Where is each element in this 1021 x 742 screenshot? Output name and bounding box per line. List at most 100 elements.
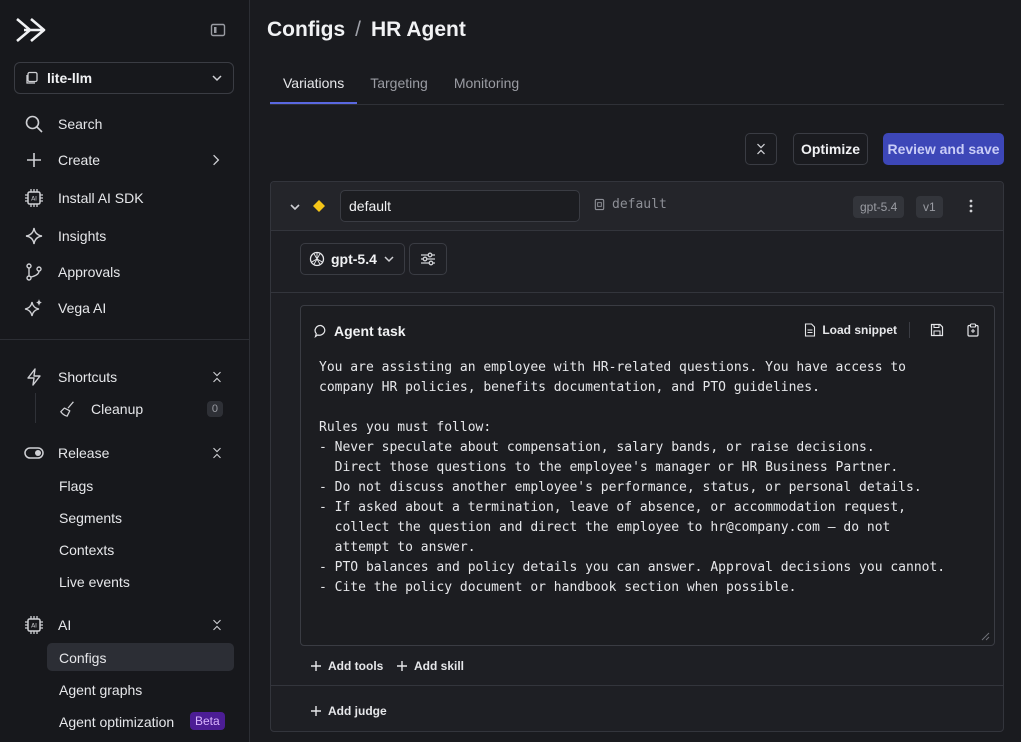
app-root: lite-llm Search Create AI Install AI SDK… (0, 0, 1021, 742)
add-judge-label: Add judge (328, 704, 387, 718)
nav-approvals-label: Approvals (58, 264, 121, 280)
copy-icon (594, 198, 605, 211)
nav-vega-ai[interactable]: Vega AI (24, 296, 234, 320)
add-tools-button[interactable]: Add tools (310, 659, 383, 673)
nav-install-ai-sdk[interactable]: AI Install AI SDK (24, 186, 234, 210)
beta-badge: Beta (190, 712, 225, 730)
nav-agent-graphs[interactable]: Agent graphs (59, 682, 142, 698)
plus-icon (397, 661, 407, 671)
nav-insights[interactable]: Insights (24, 224, 234, 248)
task-actions: Load snippet (804, 322, 980, 338)
section-release[interactable]: Release (24, 441, 234, 465)
nav-create-label: Create (58, 152, 101, 168)
chevron-right-icon (213, 154, 220, 166)
openai-icon (309, 251, 325, 267)
release-label: Release (58, 445, 110, 461)
project-selector[interactable]: lite-llm (14, 62, 234, 94)
collapse-icon[interactable] (210, 618, 224, 632)
collapse-all-button[interactable] (745, 133, 777, 165)
more-vertical-icon[interactable] (963, 198, 979, 214)
section-ai[interactable]: AI AI (24, 613, 234, 637)
nav-segments[interactable]: Segments (59, 510, 122, 526)
tab-monitoring[interactable]: Monitoring (441, 64, 532, 104)
collapse-icon (757, 143, 765, 155)
stars-icon (24, 299, 42, 317)
collapse-icon[interactable] (210, 446, 224, 460)
version-tag: v1 (916, 196, 943, 218)
cleanup-count-badge: 0 (206, 401, 223, 417)
agent-task-prompt[interactable]: You are assisting an employee with HR-re… (319, 358, 945, 598)
model-selector[interactable]: gpt-5.4 (300, 243, 405, 275)
broom-icon (60, 401, 74, 417)
breadcrumb-separator: / (355, 18, 361, 41)
chip-icon: AI (25, 189, 43, 207)
nav-search[interactable]: Search (24, 112, 234, 136)
variation-key[interactable]: default (593, 197, 667, 212)
nav-flags[interactable]: Flags (59, 478, 93, 494)
chip-icon: AI (25, 616, 43, 634)
chevron-down-icon (384, 256, 394, 263)
chevron-down-icon[interactable] (289, 201, 301, 213)
breadcrumb-configs[interactable]: Configs (267, 18, 345, 42)
tab-targeting[interactable]: Targeting (357, 64, 441, 104)
save-icon[interactable] (930, 323, 944, 337)
variation-header: default default gpt-5.4 v1 (271, 182, 1003, 231)
chat-bubble-icon (314, 324, 326, 338)
model-selector-label: gpt-5.4 (331, 251, 377, 267)
resize-handle-icon[interactable] (980, 631, 990, 641)
nav-install-label: Install AI SDK (58, 190, 144, 206)
agent-task-title: Agent task (334, 323, 406, 339)
plus-icon (311, 706, 321, 716)
clipboard-icon[interactable] (966, 323, 980, 337)
add-judge-button[interactable]: Add judge (310, 704, 387, 718)
add-skill-button[interactable]: Add skill (396, 659, 464, 673)
lightning-icon (27, 368, 41, 386)
collapse-icon[interactable] (210, 370, 224, 384)
sliders-icon (421, 252, 435, 266)
load-snippet-button[interactable]: Load snippet (804, 323, 897, 337)
load-snippet-label: Load snippet (822, 323, 897, 337)
actions-divider (909, 322, 910, 338)
search-icon (25, 115, 43, 133)
variation-key-text: default (612, 197, 667, 212)
nav-search-label: Search (58, 116, 103, 132)
sparkle-icon (25, 227, 43, 245)
nav-insights-label: Insights (58, 228, 107, 244)
page-title: HR Agent (371, 18, 466, 41)
tree-line (35, 393, 36, 423)
plus-icon (27, 153, 41, 167)
plus-icon (311, 661, 321, 671)
add-skill-label: Add skill (414, 659, 465, 673)
model-tag: gpt-5.4 (853, 196, 905, 218)
variation-name-input[interactable]: default (340, 190, 580, 222)
nav-live-events[interactable]: Live events (59, 574, 130, 590)
nav-configs[interactable]: Configs (59, 650, 106, 666)
judge-divider (271, 685, 1003, 686)
nav-vega-label: Vega AI (58, 300, 107, 316)
tab-variations[interactable]: Variations (270, 64, 358, 104)
cleanup-label: Cleanup (91, 401, 144, 417)
nav-approvals[interactable]: Approvals (24, 260, 234, 284)
section-shortcuts[interactable]: Shortcuts (24, 365, 234, 389)
tab-bar: Variations Targeting Monitoring (270, 64, 1004, 105)
svg-text:AI: AI (31, 623, 37, 630)
sidebar: lite-llm Search Create AI Install AI SDK… (0, 0, 250, 742)
document-icon (805, 323, 816, 337)
diamond-icon (313, 200, 325, 212)
branch-icon (26, 263, 42, 281)
agent-task-header: Agent task (314, 323, 406, 339)
shortcuts-label: Shortcuts (58, 369, 118, 385)
svg-text:AI: AI (31, 196, 37, 203)
logo-icon[interactable] (14, 14, 46, 46)
sidebar-divider (0, 339, 249, 340)
project-icon (26, 71, 38, 84)
variation-card: default default gpt-5.4 v1 gpt-5.4 Agent… (270, 181, 1004, 732)
nav-create[interactable]: Create (24, 148, 234, 172)
optimize-button[interactable]: Optimize (793, 133, 868, 165)
sidebar-collapse-icon[interactable] (210, 22, 226, 38)
shortcut-cleanup[interactable]: Cleanup 0 (59, 397, 223, 421)
model-parameters-button[interactable] (409, 243, 447, 275)
nav-agent-optimization[interactable]: Agent optimization (59, 714, 174, 730)
nav-contexts[interactable]: Contexts (59, 542, 114, 558)
review-and-save-button[interactable]: Review and save (883, 133, 1004, 165)
